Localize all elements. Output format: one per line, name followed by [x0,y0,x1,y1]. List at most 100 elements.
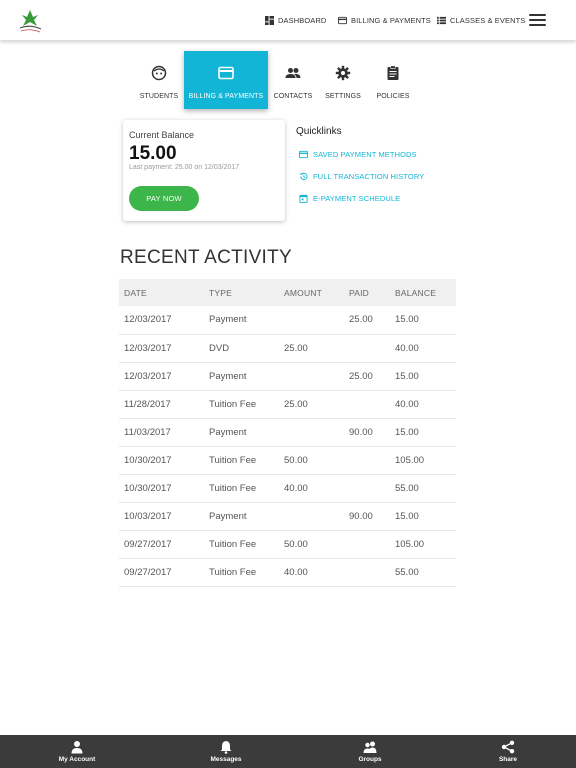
cell-amount [279,502,344,531]
table-row: 10/30/2017 Tuition Fee 40.00 55.00 [119,474,456,503]
cell-paid [344,530,390,559]
column-header-date: DATE [124,287,147,298]
person-icon [71,741,83,754]
face-icon [151,65,167,81]
last-payment-text: Last payment: 25.00 on 12/03/2017 [129,164,240,171]
nav-classes-events[interactable]: CLASSES & EVENTS [437,0,525,40]
bell-icon [220,741,232,754]
table-row: 12/03/2017 Payment 25.00 15.00 [119,306,456,335]
cell-date: 09/27/2017 [119,558,204,587]
table-row: 09/27/2017 Tuition Fee 40.00 55.00 [119,558,456,587]
cell-type: Tuition Fee [204,390,279,419]
credit-card-icon [338,16,347,24]
cell-date: 10/30/2017 [119,446,204,475]
cell-balance: 15.00 [390,362,456,391]
tab-settings[interactable]: SETTINGS [318,51,368,109]
nav-classes-label: CLASSES & EVENTS [450,15,526,25]
studio-logo[interactable] [14,4,46,36]
bottom-nav-groups[interactable]: Groups [325,735,415,768]
cell-date: 11/28/2017 [119,390,204,419]
table-row: 11/28/2017 Tuition Fee 25.00 40.00 [119,390,456,419]
cell-type: Payment [204,362,279,391]
history-icon [299,172,308,181]
bottom-nav-share[interactable]: Share [463,735,553,768]
bottom-nav-label: Messages [210,756,242,763]
tab-settings-label: SETTINGS [325,93,361,100]
cell-paid [344,334,390,363]
table-row: 11/03/2017 Payment 90.00 15.00 [119,418,456,447]
column-header-amount: AMOUNT [284,287,323,298]
cell-date: 10/03/2017 [119,502,204,531]
cell-amount [279,418,344,447]
cell-type: Tuition Fee [204,446,279,475]
balance-card: Current Balance 15.00 Last payment: 25.0… [123,120,285,221]
cell-type: Payment [204,502,279,531]
cell-amount: 40.00 [279,558,344,587]
cell-amount: 40.00 [279,474,344,503]
tab-students[interactable]: STUDENTS [134,51,184,109]
cell-type: DVD [204,334,279,363]
cell-date: 10/30/2017 [119,474,204,503]
cell-amount [279,362,344,391]
cell-paid [344,474,390,503]
bottom-nav-label: Share [498,756,518,763]
cell-type: Payment [204,418,279,447]
quicklink-label: SAVED PAYMENT METHODS [313,150,417,159]
tab-students-label: STUDENTS [139,93,179,100]
quicklink-saved-payment-methods[interactable]: SAVED PAYMENT METHODS [299,150,417,159]
cell-paid: 90.00 [344,418,390,447]
hamburger-menu-icon[interactable] [529,14,546,26]
tab-billing-label: BILLING & PAYMENTS [188,93,264,100]
cell-balance: 105.00 [390,446,456,475]
quicklink-e-payment-schedule[interactable]: E-PAYMENT SCHEDULE [299,194,400,203]
share-icon [501,740,515,754]
cell-paid: 25.00 [344,306,390,335]
cell-paid [344,390,390,419]
bottom-nav-messages[interactable]: Messages [181,735,271,768]
column-header-paid: PAID [349,287,370,298]
balance-label: Current Balance [129,130,195,140]
cell-date: 09/27/2017 [119,530,204,559]
list-icon [437,16,446,24]
gear-icon [335,65,351,81]
credit-card-icon [218,66,234,80]
table-row: 10/03/2017 Payment 90.00 15.00 [119,502,456,531]
table-header-row: DATE TYPE AMOUNT PAID BALANCE [119,279,456,306]
tab-contacts-label: CONTACTS [273,93,313,100]
cell-balance: 55.00 [390,558,456,587]
cell-amount: 25.00 [279,334,344,363]
cell-amount: 25.00 [279,390,344,419]
activity-table: DATE TYPE AMOUNT PAID BALANCE 12/03/2017… [119,279,456,587]
bottom-nav-label: Groups [358,756,382,763]
bottom-nav-label: My Account [58,756,96,763]
quicklinks-title: Quicklinks [296,126,342,137]
group-icon [363,741,377,753]
tab-policies-label: POLICIES [376,93,410,100]
people-icon [285,68,301,78]
quicklink-full-transaction-history[interactable]: FULL TRANSACTION HISTORY [299,172,424,181]
nav-dashboard[interactable]: DASHBOARD [265,0,326,40]
nav-billing-label: BILLING & PAYMENTS [351,15,431,25]
nav-dashboard-label: DASHBOARD [278,15,327,25]
tab-contacts[interactable]: CONTACTS [268,51,318,109]
cell-date: 12/03/2017 [119,306,204,335]
table-row: 09/27/2017 Tuition Fee 50.00 105.00 [119,530,456,559]
cell-date: 12/03/2017 [119,334,204,363]
cell-balance: 40.00 [390,390,456,419]
recent-activity-title: RECENT ACTIVITY [120,247,293,268]
cell-type: Tuition Fee [204,530,279,559]
cell-type: Tuition Fee [204,474,279,503]
cell-balance: 105.00 [390,530,456,559]
cell-balance: 15.00 [390,502,456,531]
nav-billing[interactable]: BILLING & PAYMENTS [338,0,431,40]
tab-policies[interactable]: POLICIES [368,51,418,109]
cell-type: Payment [204,306,279,335]
bottom-nav-my-account[interactable]: My Account [32,735,122,768]
tab-billing-payments[interactable]: BILLING & PAYMENTS [184,51,268,109]
dashboard-icon [265,15,274,25]
cell-balance: 40.00 [390,334,456,363]
calendar-icon [299,194,308,203]
pay-now-button[interactable]: PAY NOW [129,186,199,211]
section-tabs: STUDENTS BILLING & PAYMENTS CONTACTS SET… [134,51,418,109]
cell-amount: 50.00 [279,530,344,559]
